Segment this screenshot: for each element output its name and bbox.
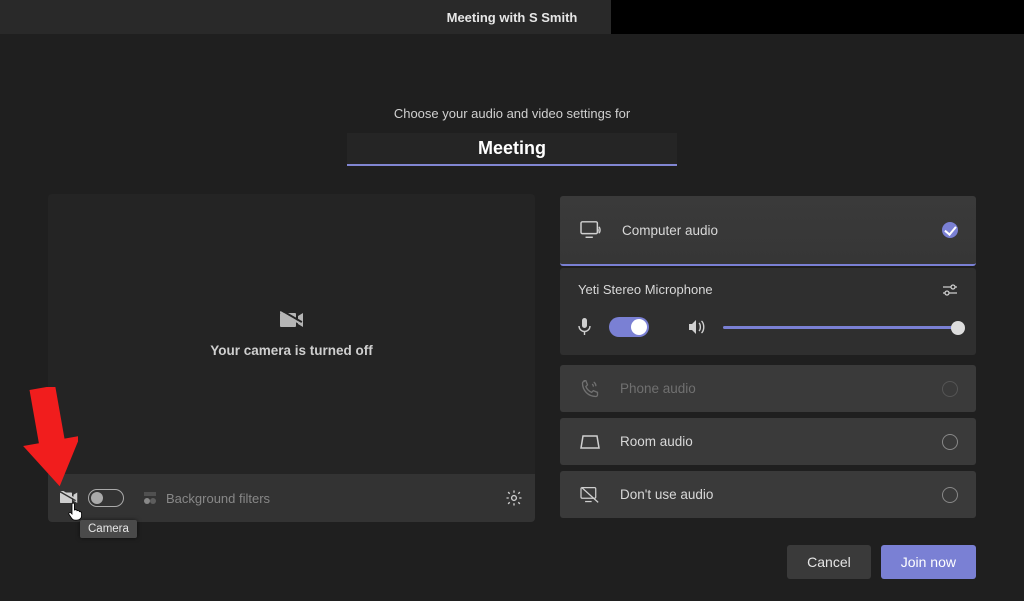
- camera-off-small-icon: [60, 491, 78, 506]
- camera-tooltip: Camera: [80, 520, 137, 538]
- settings-prompt: Choose your audio and video settings for: [0, 106, 1024, 121]
- phone-audio-label: Phone audio: [620, 381, 696, 396]
- background-filters-icon: [142, 490, 158, 506]
- computer-audio-icon: [580, 220, 602, 240]
- background-filters-button[interactable]: Background filters: [142, 490, 270, 506]
- microphone-toggle[interactable]: [609, 317, 649, 337]
- volume-slider[interactable]: [723, 326, 958, 329]
- audio-device-block: Yeti Stereo Microphone: [560, 268, 976, 355]
- no-audio-icon: [580, 486, 600, 504]
- no-audio-label: Don't use audio: [620, 487, 713, 502]
- video-settings-gear-icon[interactable]: [505, 489, 523, 507]
- phone-audio-icon: [580, 379, 600, 399]
- video-off-icon: [280, 311, 304, 331]
- room-audio-radio[interactable]: [942, 434, 958, 450]
- computer-audio-label: Computer audio: [622, 223, 718, 238]
- room-audio-icon: [580, 433, 600, 451]
- device-row: Yeti Stereo Microphone: [578, 282, 958, 297]
- cancel-button[interactable]: Cancel: [787, 545, 871, 579]
- prejoin-screen: Choose your audio and video settings for…: [0, 34, 1024, 601]
- audio-device-name: Yeti Stereo Microphone: [578, 282, 713, 297]
- mic-volume-row: [578, 317, 958, 337]
- device-settings-sliders-icon[interactable]: [942, 283, 958, 297]
- video-panel: Your camera is turned off: [48, 194, 535, 522]
- window-titlebar: Meeting with S Smith: [0, 0, 1024, 34]
- microphone-icon: [578, 318, 591, 336]
- video-controls-bar: Background filters: [48, 474, 535, 522]
- meeting-name-input[interactable]: [347, 133, 677, 166]
- no-audio-radio[interactable]: [942, 487, 958, 503]
- phone-audio-radio: [942, 381, 958, 397]
- computer-audio-radio[interactable]: [942, 222, 958, 238]
- audio-option-computer[interactable]: Computer audio: [560, 196, 976, 266]
- join-now-button[interactable]: Join now: [881, 545, 976, 579]
- audio-option-none[interactable]: Don't use audio: [560, 471, 976, 518]
- footer-buttons: Cancel Join now: [787, 545, 976, 579]
- video-preview: Your camera is turned off: [48, 194, 535, 474]
- audio-option-room[interactable]: Room audio: [560, 418, 976, 465]
- window-title: Meeting with S Smith: [447, 10, 578, 25]
- camera-off-text: Your camera is turned off: [210, 343, 373, 358]
- audio-option-phone: Phone audio: [560, 365, 976, 412]
- speaker-icon: [687, 319, 705, 335]
- panels: Your camera is turned off: [48, 194, 976, 522]
- meeting-name-wrap: [0, 133, 1024, 166]
- audio-panel: Computer audio Yeti Stereo Microphone: [560, 194, 976, 522]
- background-filters-label: Background filters: [166, 491, 270, 506]
- camera-toggle[interactable]: [88, 489, 124, 507]
- room-audio-label: Room audio: [620, 434, 693, 449]
